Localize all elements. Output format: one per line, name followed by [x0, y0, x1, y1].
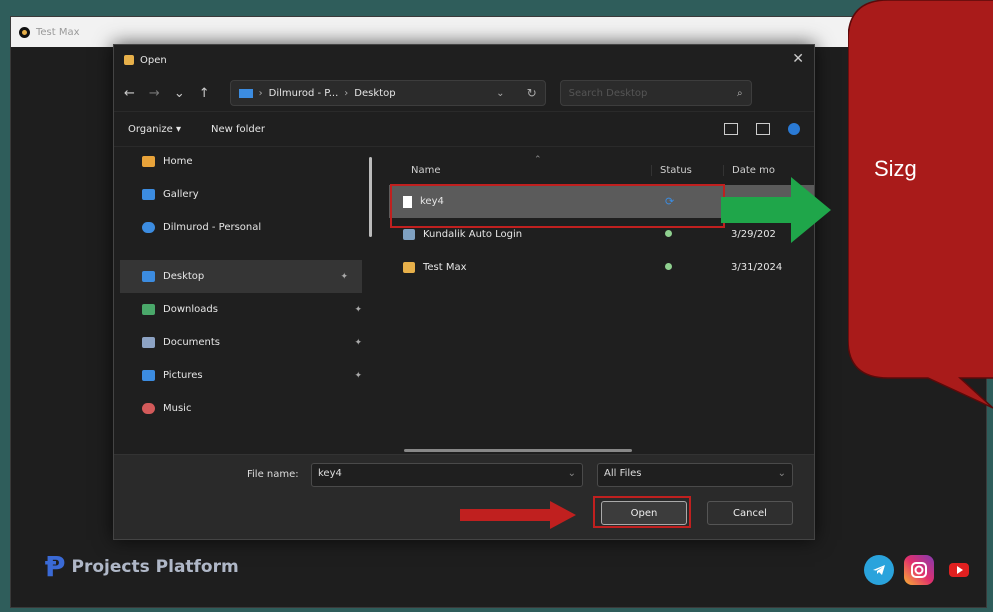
up-button[interactable]: ↑	[199, 86, 210, 101]
application-icon	[403, 262, 415, 273]
available-status-icon	[665, 230, 672, 237]
file-type-select[interactable]: All Files ⌄	[597, 463, 793, 487]
sidebar-item-desktop[interactable]: Desktop ✦	[120, 260, 362, 293]
cloud-icon	[142, 222, 155, 233]
app-title: Test Max	[36, 26, 80, 38]
pin-icon: ✦	[340, 271, 348, 282]
pictures-icon	[142, 370, 155, 381]
horizontal-scrollbar[interactable]	[404, 449, 632, 452]
sidebar-item-onedrive[interactable]: Dilmurod - Personal	[114, 211, 376, 244]
pane-scrollbar[interactable]	[369, 157, 372, 237]
social-links	[864, 555, 974, 585]
home-icon	[142, 156, 155, 167]
instagram-icon[interactable]	[904, 555, 934, 585]
sidebar-item-gallery[interactable]: Gallery	[114, 178, 376, 211]
sort-caret-icon: ⌃	[534, 155, 542, 165]
refresh-icon[interactable]: ↻	[527, 86, 537, 100]
chevron-down-icon[interactable]: ⌄	[778, 468, 786, 479]
column-status[interactable]: Status	[651, 164, 723, 176]
close-icon[interactable]: ✕	[792, 51, 804, 67]
address-bar[interactable]: › Dilmurod - P... › Desktop ⌄ ↻	[229, 80, 546, 106]
brand: Ᵽ Projects Platform	[45, 553, 239, 581]
file-name-label: File name:	[247, 469, 299, 480]
sidebar-item-music[interactable]: Music	[114, 392, 376, 425]
this-pc-icon	[238, 88, 253, 98]
desktop-icon	[142, 271, 155, 282]
pin-icon: ✦	[354, 304, 362, 315]
sidebar-item-downloads[interactable]: Downloads ✦	[114, 293, 376, 326]
downloads-icon	[142, 304, 155, 315]
dialog-title: Open	[140, 54, 167, 66]
navigation-pane: Home Gallery Dilmurod - Personal Desktop…	[114, 145, 376, 455]
cancel-button[interactable]: Cancel	[707, 501, 793, 525]
dialog-titlebar: Open ✕	[114, 45, 814, 75]
callout-text: Sizg	[874, 156, 917, 181]
highlight-selected-file	[390, 184, 725, 228]
view-options-icon[interactable]	[724, 123, 738, 135]
gallery-icon	[142, 189, 155, 200]
chevron-down-icon[interactable]: ⌄	[496, 88, 504, 99]
file-name-input[interactable]: key4 ⌄	[311, 463, 583, 487]
music-icon	[142, 403, 155, 414]
search-input[interactable]: Search Desktop ⌕	[559, 80, 752, 106]
pin-icon: ✦	[354, 337, 362, 348]
application-icon	[403, 229, 415, 240]
chevron-down-icon[interactable]: ⌄	[568, 468, 576, 479]
app-titlebar: Test Max	[11, 17, 986, 47]
red-arrow-icon	[460, 501, 576, 529]
forward-button[interactable]: →	[149, 86, 160, 101]
file-row[interactable]: Test Max 3/31/2024	[389, 251, 814, 284]
highlight-open-button	[593, 496, 691, 528]
projects-platform-logo-icon: Ᵽ	[45, 550, 66, 583]
green-arrow-icon	[721, 177, 831, 243]
organize-button[interactable]: Organize ▾	[128, 124, 181, 135]
recent-locations-button[interactable]: ⌄	[174, 86, 185, 101]
breadcrumb-item[interactable]: Dilmurod - P...	[269, 88, 339, 99]
available-status-icon	[665, 263, 672, 270]
preview-pane-icon[interactable]	[756, 123, 770, 135]
youtube-icon[interactable]	[944, 555, 974, 585]
documents-icon	[142, 337, 155, 348]
sidebar-item-pictures[interactable]: Pictures ✦	[114, 359, 376, 392]
dialog-app-icon	[124, 55, 134, 65]
search-icon: ⌕	[737, 87, 743, 99]
new-folder-button[interactable]: New folder	[211, 124, 265, 135]
sidebar-item-documents[interactable]: Documents ✦	[114, 326, 376, 359]
navigation-bar: ← → ⌄ ↑ › Dilmurod - P... › Desktop ⌄ ↻ …	[114, 75, 814, 111]
column-date[interactable]: Date mo	[723, 164, 775, 176]
app-icon	[19, 26, 30, 38]
callout-bubble	[848, 0, 993, 409]
back-button[interactable]: ←	[124, 86, 135, 101]
dialog-toolbar: Organize ▾ New folder	[114, 111, 814, 147]
sidebar-item-home[interactable]: Home	[114, 145, 376, 178]
brand-name: Projects Platform	[71, 557, 239, 577]
open-file-dialog: Open ✕ ← → ⌄ ↑ › Dilmurod - P... › Deskt…	[113, 44, 815, 540]
breadcrumb-item[interactable]: Desktop	[354, 88, 395, 99]
telegram-icon[interactable]	[864, 555, 894, 585]
help-icon[interactable]	[788, 123, 800, 135]
column-name[interactable]: Name	[389, 165, 651, 176]
pin-icon: ✦	[354, 370, 362, 381]
search-placeholder: Search Desktop	[568, 87, 648, 99]
